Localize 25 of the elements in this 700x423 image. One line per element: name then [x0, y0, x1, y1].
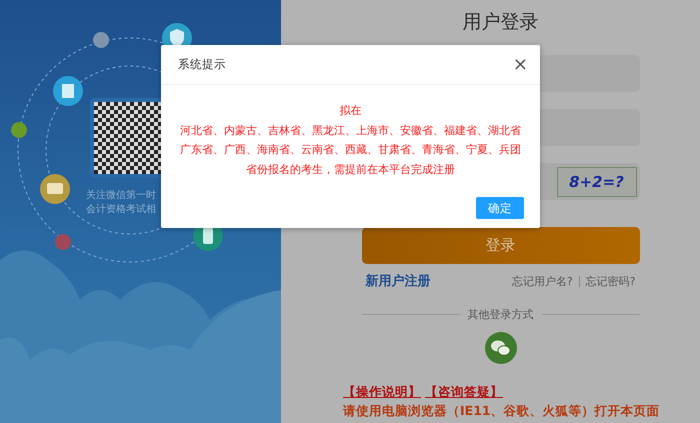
- drive-icon: [40, 174, 70, 204]
- close-button[interactable]: ×: [512, 56, 528, 74]
- dialog-message: 河北省、内蒙古、吉林省、黑龙江、上海市、安徽省、福建省、湖北省: [180, 122, 521, 138]
- login-button[interactable]: 登录: [362, 227, 640, 264]
- forgot-link[interactable]: 忘记密码?: [586, 274, 636, 288]
- qr-caption: 关注微信第一时: [86, 189, 156, 203]
- wechat-icon[interactable]: [484, 332, 516, 364]
- register-link[interactable]: 新用户注册: [366, 272, 430, 290]
- dialog-title: 系统提示: [178, 57, 226, 72]
- dot-icon: [93, 32, 109, 48]
- confirm-button[interactable]: 确定: [476, 197, 524, 219]
- captcha-image[interactable]: 8+2=?: [556, 166, 636, 196]
- dialog-message: 省份报名的考生，需提前在本平台完成注册: [246, 162, 455, 178]
- dialog-message: 广东省、广西、海南省、云南省、西藏、甘肃省、青海省、宁夏、兵团: [180, 142, 521, 158]
- forgot-link[interactable]: 忘记用户名?: [512, 274, 573, 288]
- dot-icon: [55, 234, 71, 250]
- help-link[interactable]: 【操作说明】: [343, 384, 421, 401]
- browser-notice: 请使用电脑浏览器（IE11、谷歌、火狐等）打开本页面: [343, 403, 660, 420]
- document-icon: [53, 76, 83, 106]
- help-link[interactable]: 【咨询答疑】: [425, 384, 503, 401]
- qr-caption: 会计资格考试相: [86, 203, 156, 217]
- login-title: 用户登录: [462, 10, 538, 35]
- other-login-label: 其他登录方式: [468, 307, 534, 322]
- dialog-message: 拟在: [340, 103, 362, 119]
- dot-icon: [11, 122, 27, 138]
